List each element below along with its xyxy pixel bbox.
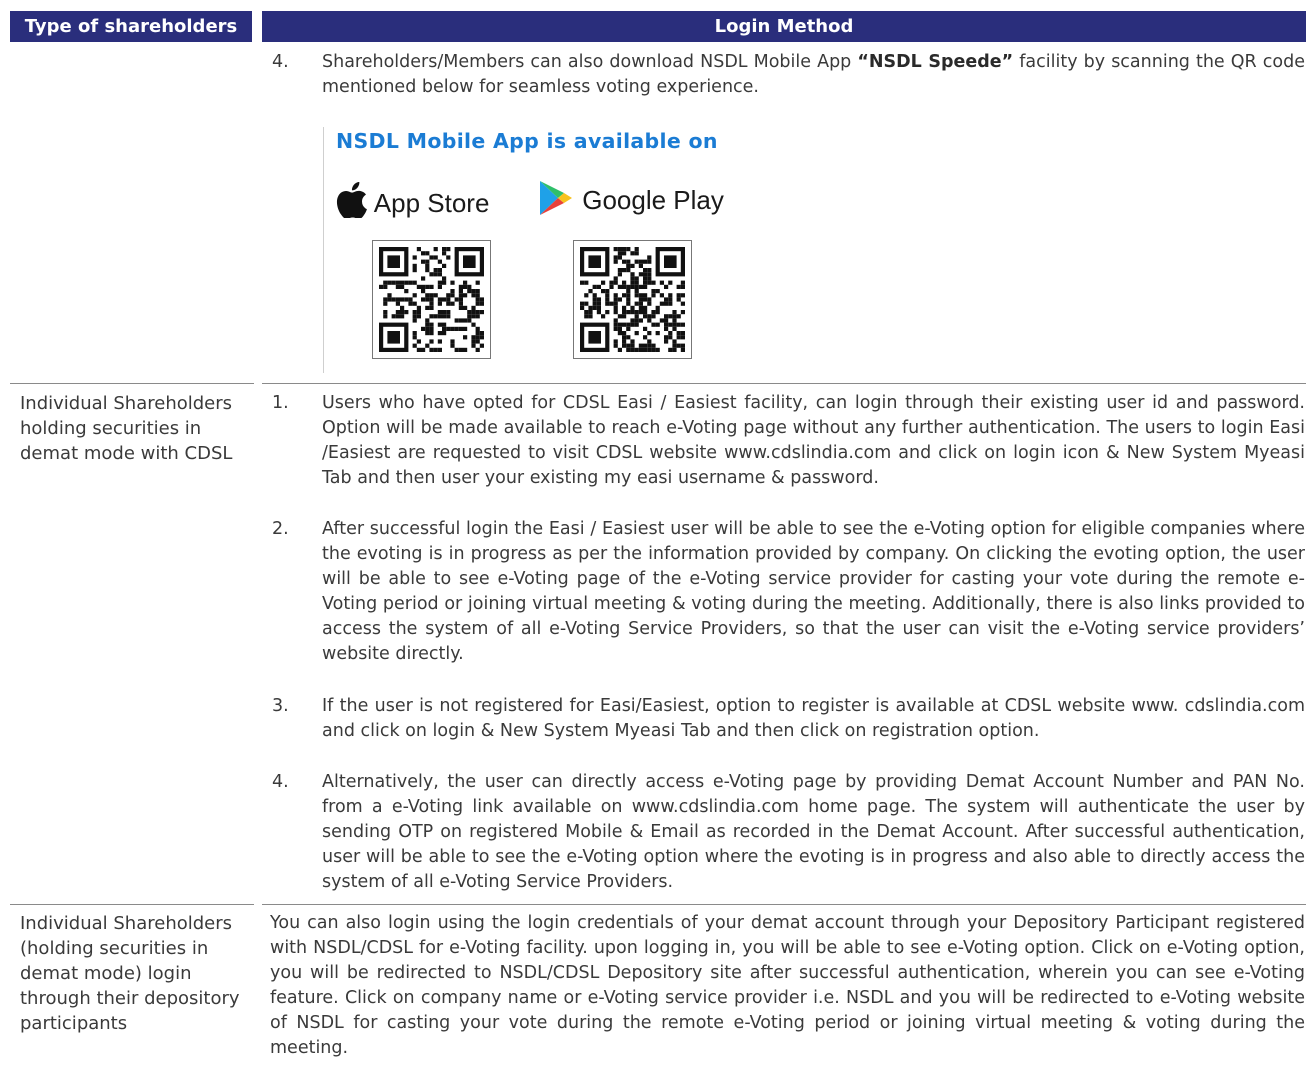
google-play-badge[interactable]: Google Play bbox=[539, 180, 724, 216]
nsdl-app-heading: NSDL Mobile App is available on bbox=[336, 129, 718, 153]
list-number: 4. bbox=[272, 52, 289, 72]
app-store-label: App Store bbox=[373, 188, 490, 218]
row-divider-left bbox=[10, 383, 254, 384]
dp-login-paragraph: You can also login using the login crede… bbox=[270, 913, 1305, 1058]
app-block-divider bbox=[323, 127, 324, 373]
row-divider-right bbox=[262, 904, 1306, 905]
list-number: 4. bbox=[272, 772, 289, 792]
nsdl-app-paragraph: Shareholders/Members can also download N… bbox=[322, 50, 1305, 100]
row-divider-right bbox=[262, 383, 1306, 384]
shareholder-type-dp: Individual Shareholders (holding securit… bbox=[20, 913, 240, 1034]
app-store-badge[interactable]: App Store bbox=[336, 181, 490, 220]
column-header-type-of-shareholders: Type of shareholders bbox=[10, 11, 252, 42]
nsdl-speede-name: “NSDL Speede” bbox=[857, 52, 1014, 72]
google-play-label: Google Play bbox=[582, 185, 724, 215]
column-header-login-method: Login Method bbox=[262, 11, 1306, 42]
google-play-icon bbox=[540, 181, 572, 215]
list-number: 2. bbox=[272, 519, 289, 539]
list-number: 3. bbox=[272, 696, 289, 716]
qr-code-app-store bbox=[372, 240, 491, 359]
row-divider-left bbox=[10, 904, 254, 905]
qr-code-google-play bbox=[573, 240, 692, 359]
cdsl-step-2: After successful login the Easi / Easies… bbox=[322, 519, 1305, 664]
cdsl-step-4: Alternatively, the user can directly acc… bbox=[322, 772, 1305, 892]
shareholder-type-cdsl: Individual Shareholders holding securiti… bbox=[20, 393, 233, 464]
nsdl-app-text-pre: Shareholders/Members can also download N… bbox=[322, 52, 858, 72]
cdsl-step-1: Users who have opted for CDSL Easi / Eas… bbox=[322, 393, 1305, 488]
cdsl-step-3: If the user is not registered for Easi/E… bbox=[322, 696, 1305, 741]
apple-icon bbox=[336, 181, 367, 220]
list-number: 1. bbox=[272, 393, 289, 413]
